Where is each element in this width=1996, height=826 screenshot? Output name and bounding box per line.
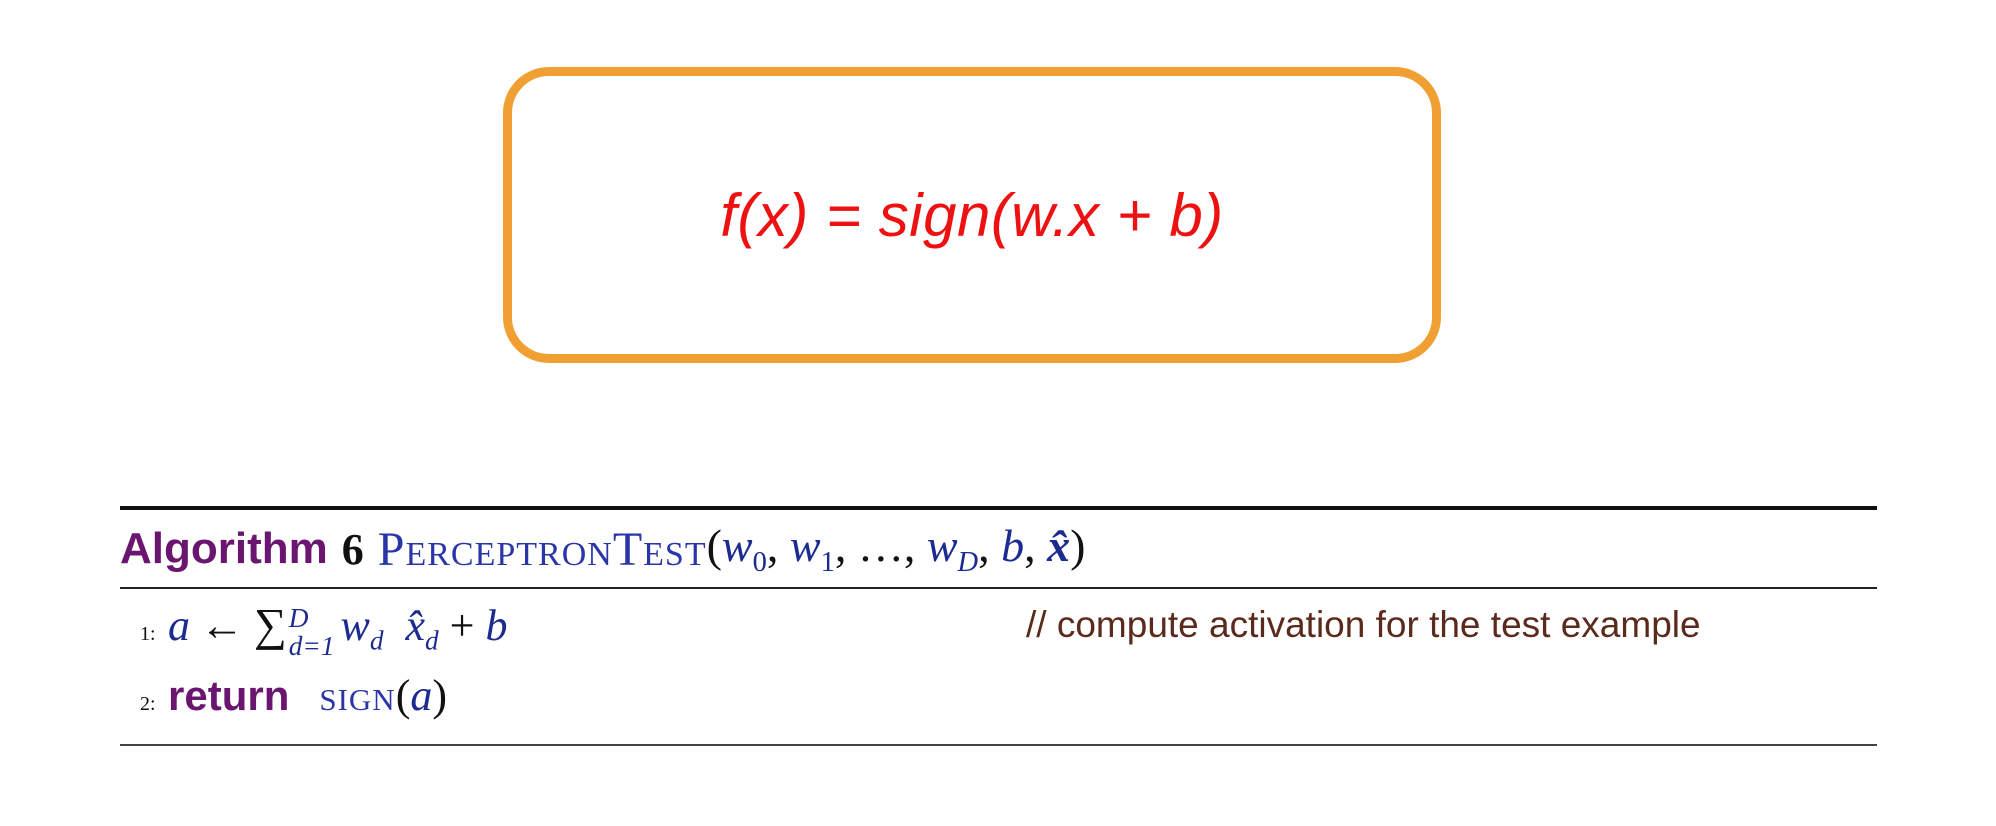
sign-argument: (a) <box>396 670 447 721</box>
algorithm-line-2: 2: return sign (a) <box>140 670 447 726</box>
param-wD: wD <box>926 520 978 578</box>
line-number: 1: <box>140 623 156 645</box>
sum-limits: Dd=1 <box>289 605 335 660</box>
algorithm-header: Algorithm 6 PerceptronTest (w0, w1, …, w… <box>120 512 1085 586</box>
params-sep-1: , <box>766 520 790 572</box>
arg-open-paren: ( <box>395 671 411 720</box>
param-wD-sub: D <box>957 546 979 578</box>
arg-close-paren: ) <box>432 671 448 720</box>
term-w-sub: d <box>369 625 384 656</box>
param-w1-base: w <box>789 520 821 572</box>
algorithm-top-rule <box>120 506 1877 510</box>
line-1-statement: a ← ∑ Dd=1 wd x̂d + b <box>168 598 508 660</box>
algorithm-header-rule <box>120 587 1877 589</box>
algorithm-params: (w0, w1, …, wD, b, x̂) <box>707 519 1086 579</box>
algorithm-name: PerceptronTest <box>377 522 707 576</box>
plus-sign: + <box>438 601 486 650</box>
param-wD-base: w <box>926 520 958 572</box>
params-sep-3: , <box>978 520 1002 572</box>
line-number: 2: <box>140 693 156 715</box>
arg-var: a <box>410 671 433 720</box>
param-w1-sub: 1 <box>820 546 835 578</box>
sum-lower: d=1 <box>288 630 335 661</box>
params-close-paren: ) <box>1070 520 1086 572</box>
param-xhat: x̂ <box>1047 520 1071 572</box>
algorithm-bottom-rule <box>120 744 1877 746</box>
assign-arrow: ← <box>200 601 244 650</box>
term-w-base: w <box>340 601 370 650</box>
term-x: x̂d <box>405 601 438 656</box>
return-keyword: return <box>168 672 290 719</box>
term-x-sub: d <box>425 625 439 656</box>
param-b: b <box>1001 520 1025 572</box>
param-w0-base: w <box>721 520 753 572</box>
term-w: wd <box>340 601 383 656</box>
algorithm-number: 6 <box>341 524 364 574</box>
algorithm-line-1: 1: a ← ∑ Dd=1 wd x̂d + b <box>140 598 508 660</box>
line-1-comment: // compute activation for the test examp… <box>1026 604 1701 645</box>
term-x-base: x̂ <box>405 601 425 650</box>
param-w0: w0 <box>721 520 767 578</box>
bias-term: b <box>485 601 508 650</box>
activation-var: a <box>168 601 190 650</box>
params-open-paren: ( <box>706 520 722 572</box>
param-w1: w1 <box>789 520 835 578</box>
sum-symbol: ∑ <box>254 599 287 650</box>
param-w0-sub: 0 <box>752 546 767 578</box>
formula-text: f(x) = sign(w.x + b) <box>720 181 1224 249</box>
params-sep-4: , <box>1024 520 1048 572</box>
sum-upper: D <box>288 603 309 634</box>
formula-box: f(x) = sign(w.x + b) <box>503 67 1441 363</box>
sign-function: sign <box>319 671 396 720</box>
algorithm-keyword: Algorithm <box>120 524 328 573</box>
params-sep-2: , …, <box>834 520 927 572</box>
